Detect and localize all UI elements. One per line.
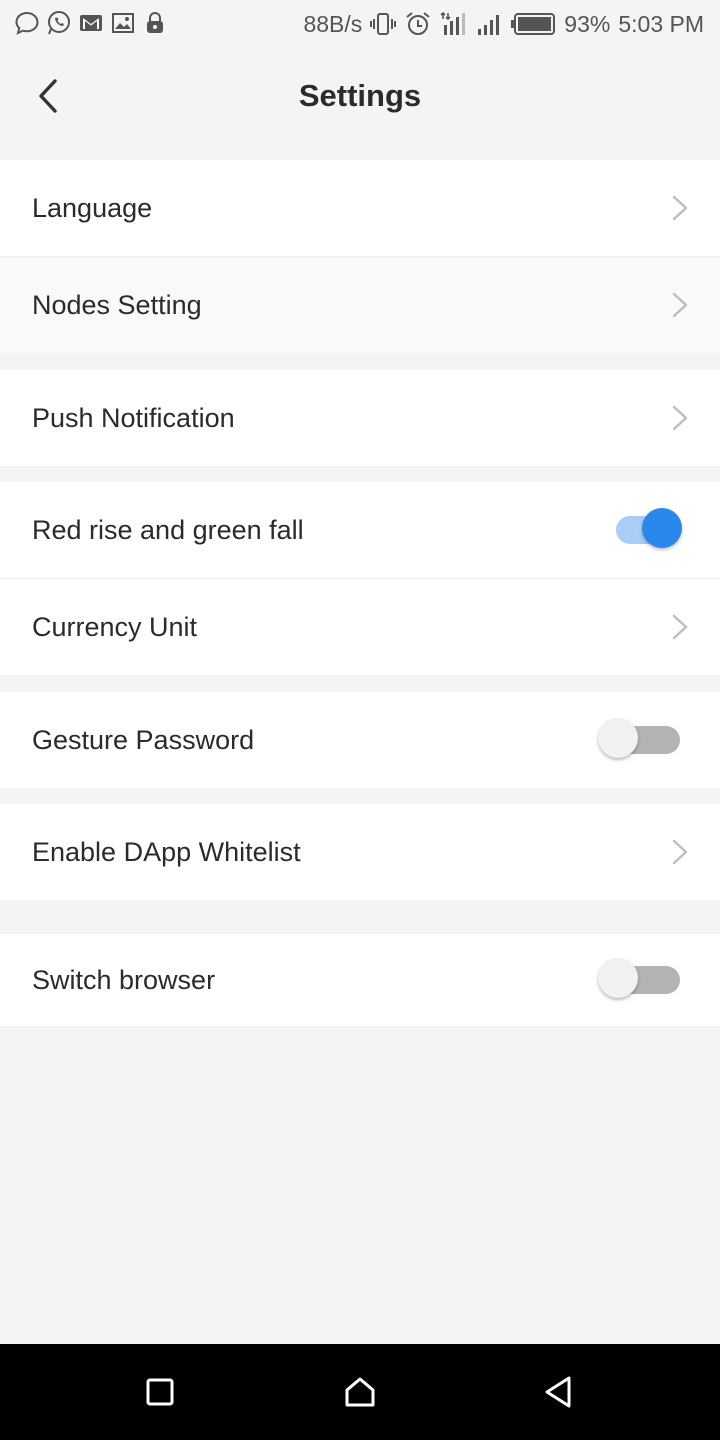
nodes-setting-label: Nodes Setting (32, 289, 202, 320)
row-language[interactable]: Language (0, 160, 720, 256)
net-speed: 88B/s (303, 10, 363, 37)
row-currency-unit[interactable]: Currency Unit (0, 579, 720, 675)
row-switch-browser: Switch browser (0, 934, 720, 1026)
switch-browser-label: Switch browser (32, 964, 216, 995)
dapp-whitelist-label: Enable DApp Whitelist (32, 836, 301, 867)
row-dapp-whitelist[interactable]: Enable DApp Whitelist (0, 804, 720, 900)
chevron-right-icon (672, 839, 688, 865)
whatsapp-icon (48, 11, 70, 35)
chevron-right-icon (672, 292, 688, 318)
gmail-icon (80, 15, 102, 31)
push-notification-label: Push Notification (32, 402, 235, 433)
vibrate-icon (370, 13, 397, 35)
gesture-password-label: Gesture Password (32, 724, 255, 755)
row-red-rise-green-fall: Red rise and green fall (0, 482, 720, 578)
chevron-right-icon (672, 405, 688, 431)
alarm-icon (406, 12, 430, 35)
chevron-right-icon (672, 614, 688, 640)
lock-icon (147, 12, 163, 33)
navigation-bar (0, 1344, 720, 1440)
gallery-icon (112, 13, 134, 33)
toggle-thumb (642, 508, 682, 548)
language-label: Language (32, 192, 153, 223)
clock: 5:03 PM (618, 10, 704, 37)
red-rise-green-fall-label: Red rise and green fall (32, 514, 304, 545)
currency-unit-label: Currency Unit (32, 611, 198, 642)
toggle-thumb (598, 958, 638, 998)
notification-icons (14, 10, 168, 36)
chat-bubble-icon (15, 11, 39, 35)
switch-browser-toggle[interactable] (598, 958, 680, 1002)
row-nodes-setting[interactable]: Nodes Setting (0, 257, 720, 353)
recents-icon[interactable] (140, 1372, 180, 1412)
battery-icon (511, 13, 556, 35)
page-title: Settings (298, 78, 422, 113)
signal-icon (440, 11, 466, 35)
status-bar: 88B/s 93% 5:03 PM (0, 0, 720, 48)
home-icon[interactable] (340, 1372, 380, 1412)
system-indicators: 88B/s 93% 5:03 PM (303, 9, 704, 39)
signal-icon-2 (478, 15, 500, 35)
row-gesture-password: Gesture Password (0, 692, 720, 788)
header: Settings (0, 48, 720, 144)
chevron-right-icon (672, 195, 688, 221)
battery-percent: 93% (564, 10, 611, 37)
back-icon[interactable] (538, 1372, 578, 1412)
gesture-password-toggle[interactable] (598, 718, 680, 762)
row-push-notification[interactable]: Push Notification (0, 370, 720, 466)
toggle-thumb (598, 718, 638, 758)
red-rise-green-fall-toggle[interactable] (616, 508, 682, 552)
